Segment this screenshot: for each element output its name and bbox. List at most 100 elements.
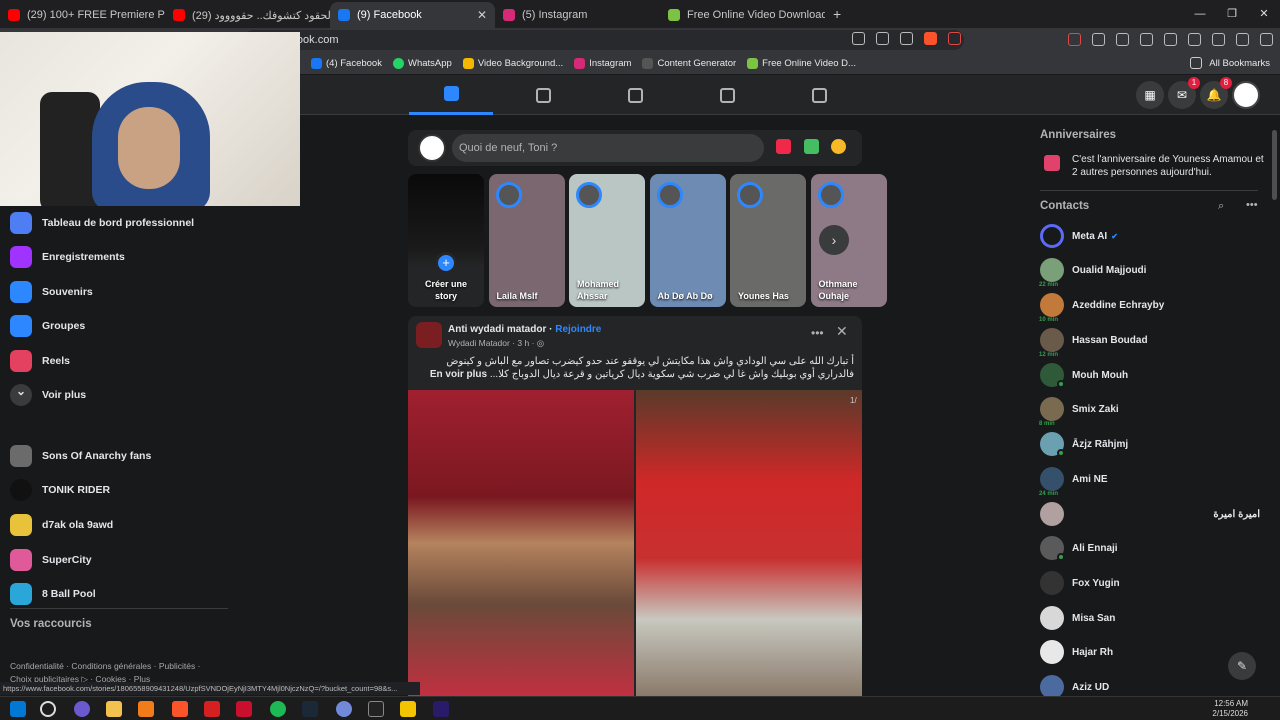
close-window-icon[interactable]: ✕: [1248, 0, 1280, 28]
app-icon[interactable]: [138, 701, 154, 717]
brave-icon[interactable]: [172, 701, 188, 717]
contact-item[interactable]: Mouh Mouh: [1040, 360, 1260, 390]
page-scrollbar[interactable]: [1271, 116, 1277, 694]
shortcut-item[interactable]: 8 Ball Pool: [10, 577, 96, 611]
more-options-icon[interactable]: •••: [1246, 199, 1258, 211]
contact-item[interactable]: 22 min Oualid Majjoudi: [1038, 255, 1260, 288]
post-options-icon[interactable]: •••: [811, 326, 824, 340]
system-clock[interactable]: 12:56 AM 2/15/2026: [1212, 699, 1248, 719]
new-message-button[interactable]: ✎: [1228, 652, 1256, 680]
premiere-pro-icon[interactable]: [433, 701, 449, 717]
share-icon[interactable]: [900, 32, 913, 45]
download-icon[interactable]: [1140, 33, 1153, 46]
sidebar-item[interactable]: Reels: [10, 344, 70, 378]
bookmark-item[interactable]: Instagram: [574, 57, 631, 69]
messenger-button[interactable]: ✉ 1: [1168, 77, 1200, 109]
sidebar-item[interactable]: Souvenirs: [10, 275, 93, 309]
post-author[interactable]: Wydadi Matador: [448, 338, 510, 348]
post-time[interactable]: 3 h: [517, 338, 529, 348]
sidebar-item[interactable]: Enregistrements: [10, 240, 125, 274]
browser-tab[interactable]: (29) كتشوفك الحقود كتشوفك.. حقوووود: [165, 2, 330, 28]
hide-post-icon[interactable]: ✕: [836, 323, 848, 340]
footer-links[interactable]: Confidentialité · Conditions générales ·…: [10, 661, 200, 671]
group-avatar[interactable]: [416, 322, 442, 348]
start-icon[interactable]: [10, 701, 26, 717]
record-icon[interactable]: [1068, 33, 1081, 46]
vpn-icon[interactable]: [1236, 33, 1249, 46]
browser-tab[interactable]: Free Online Video Downloader - Save: [660, 2, 825, 28]
user-avatar[interactable]: [418, 134, 446, 162]
sidebar-item[interactable]: Groupes: [10, 309, 85, 343]
join-button[interactable]: Rejoindre: [555, 324, 601, 335]
menu-button[interactable]: ▦: [1136, 81, 1164, 109]
shortcut-item[interactable]: TONIK RIDER: [10, 473, 110, 507]
search-icon[interactable]: ⌕: [1218, 200, 1224, 213]
account-avatar[interactable]: [1232, 81, 1260, 109]
see-more-link[interactable]: En voir plus: [430, 369, 487, 380]
bookmark-item[interactable]: Free Online Video D...: [747, 57, 856, 69]
media-icon[interactable]: [1164, 33, 1177, 46]
new-tab-button[interactable]: +: [833, 6, 841, 22]
minimize-icon[interactable]: —: [1184, 0, 1216, 28]
nav-marketplace[interactable]: [685, 75, 769, 115]
shortcut-item[interactable]: SuperCity: [10, 543, 92, 577]
screenshot-icon[interactable]: [1116, 33, 1129, 46]
steam-icon[interactable]: [302, 701, 318, 717]
nav-video[interactable]: [593, 75, 677, 115]
bookmark-item[interactable]: WhatsApp: [392, 57, 452, 69]
story-card[interactable]: Ab Dø Ab Dø: [649, 174, 726, 307]
browser-tab[interactable]: (29) 100+ FREE Premiere Pro Transitions: [0, 2, 165, 28]
app-icon[interactable]: [400, 701, 416, 717]
bookmark-item[interactable]: Content Generator: [642, 57, 736, 69]
spotify-icon[interactable]: [270, 701, 286, 717]
contact-item[interactable]: Ali Ennaji: [1040, 533, 1260, 563]
browser-tab-active[interactable]: (9) Facebook ✕: [330, 2, 495, 28]
contact-item[interactable]: Āzjz Rāhjmj: [1040, 429, 1260, 459]
translate-icon[interactable]: [852, 32, 865, 45]
contact-item[interactable]: Hajar Rh: [1040, 637, 1260, 667]
browser-tab[interactable]: (5) Instagram: [495, 2, 660, 28]
brave-shield-icon[interactable]: [924, 32, 937, 45]
contact-item[interactable]: 12 min Hassan Boudad: [1038, 325, 1260, 358]
contact-item[interactable]: Misa San: [1040, 603, 1260, 633]
shortcut-item[interactable]: d7ak ola 9awd: [10, 508, 113, 542]
shield-icon[interactable]: [1260, 33, 1273, 46]
contact-item[interactable]: 8 min Smix Zaki: [1038, 394, 1260, 427]
bookmark-item[interactable]: (4) Facebook: [311, 57, 382, 69]
photo-video-icon[interactable]: [804, 139, 819, 154]
nav-gaming[interactable]: [777, 75, 861, 115]
extensions-icon[interactable]: [1092, 33, 1105, 46]
file-explorer-icon[interactable]: [106, 701, 122, 717]
search-icon[interactable]: [40, 701, 56, 717]
sidebar-item[interactable]: ⌄ Voir plus: [10, 378, 86, 412]
bookmark-item[interactable]: Video Background...: [462, 57, 563, 69]
live-video-icon[interactable]: [776, 139, 791, 154]
nav-home[interactable]: [409, 75, 493, 115]
nav-groups[interactable]: [501, 75, 585, 115]
feeling-icon[interactable]: [831, 139, 846, 154]
birthday-text[interactable]: C'est l'anniversaire de Youness Amamou e…: [1072, 153, 1272, 179]
story-card[interactable]: Laila Mslf: [488, 174, 565, 307]
story-card[interactable]: Mohamed Ahssar: [569, 174, 645, 307]
app-icon[interactable]: [236, 701, 252, 717]
sidebar-icon[interactable]: [1188, 33, 1201, 46]
contact-item[interactable]: Meta AI ✔: [1040, 221, 1260, 251]
restore-icon[interactable]: ❐: [1216, 0, 1248, 28]
cast-icon[interactable]: [876, 32, 889, 45]
story-card[interactable]: Younes Has: [730, 174, 806, 307]
notifications-button[interactable]: 🔔 8: [1200, 77, 1232, 109]
app-icon[interactable]: [336, 701, 352, 717]
wallet-icon[interactable]: [1212, 33, 1225, 46]
group-name[interactable]: Anti wydadi matador: [448, 324, 546, 335]
scrollbar-thumb[interactable]: [1272, 130, 1277, 200]
contact-item[interactable]: 10 min Azeddine Echrayby: [1038, 290, 1260, 323]
create-story-card[interactable]: + Créer une story: [408, 174, 484, 307]
post-photo-1[interactable]: [408, 390, 634, 696]
brave-rewards-icon[interactable]: [948, 32, 961, 45]
sidebar-item[interactable]: Tableau de bord professionnel: [10, 206, 194, 240]
close-tab-icon[interactable]: ✕: [477, 8, 487, 22]
all-bookmarks[interactable]: All Bookmarks: [1190, 57, 1270, 69]
contact-item[interactable]: اميرة اميرة: [1040, 499, 1260, 529]
post-photo-2[interactable]: [636, 390, 862, 696]
wps-icon[interactable]: [204, 701, 220, 717]
